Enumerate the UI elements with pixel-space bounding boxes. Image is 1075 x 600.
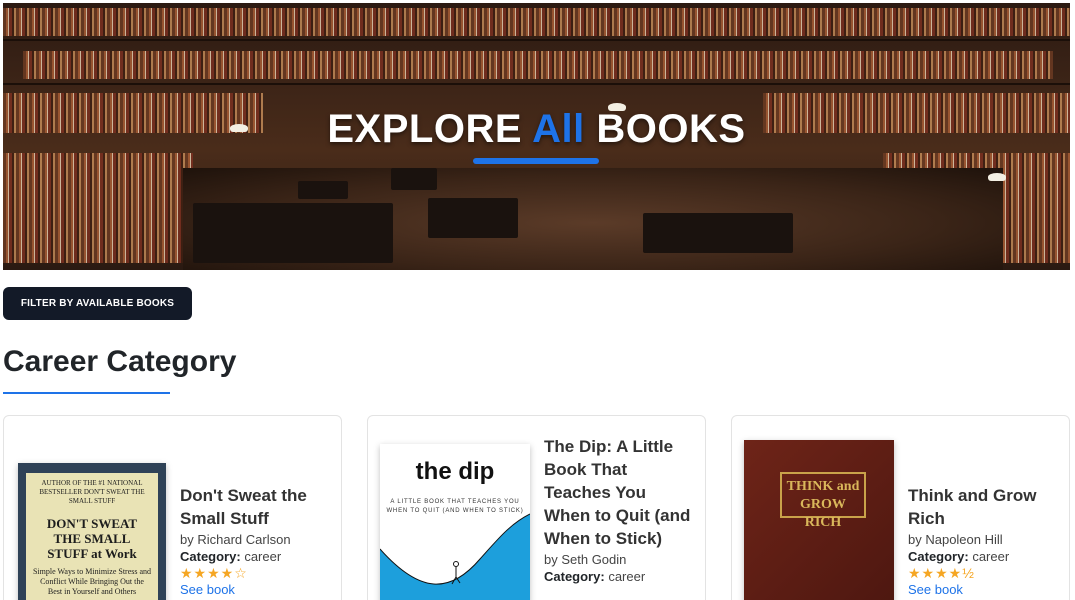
book-author: by Richard Carlson [180, 532, 291, 547]
cover-top-text: AUTHOR OF THE #1 NATIONAL BESTSELLER DON… [39, 479, 145, 505]
filter-available-books-button[interactable]: FILTER BY AVAILABLE BOOKS [3, 287, 192, 320]
hero-title-underline [473, 158, 599, 164]
book-category: Category: career [908, 549, 1058, 564]
dip-curve-icon [380, 513, 530, 600]
category-value: career [244, 549, 282, 564]
category-label: Category: [908, 549, 969, 564]
book-info: Don't Sweat the Small Stuff by Richard C… [180, 484, 330, 597]
desk-decor [643, 213, 793, 253]
desk-decor [391, 168, 437, 190]
book-card: AUTHOR OF THE #1 NATIONAL BESTSELLER DON… [3, 415, 342, 600]
book-title: Don't Sweat the Small Stuff [180, 486, 307, 528]
book-card: the dip A LITTLE BOOK THAT TEACHES YOU W… [367, 415, 706, 600]
book-title: The Dip: A Little Book That Teaches You … [544, 437, 691, 548]
book-category: Category: career [180, 549, 330, 564]
see-book-link[interactable]: See book [908, 582, 1058, 597]
cover-subtitle-text: Simple Ways to Minimize Stress and Confl… [32, 567, 152, 596]
desk-decor [298, 181, 348, 199]
rating-stars-icon: ★★★★☆ [180, 565, 248, 581]
see-book-link[interactable]: See book [180, 582, 330, 597]
cover-title-text: THINK and GROW RICH [780, 472, 866, 530]
hero-title-part1: EXPLORE [327, 107, 523, 151]
book-info: Think and Grow Rich by Napoleon Hill Cat… [908, 484, 1058, 597]
cover-title-text: DON'T SWEAT THE SMALL STUFF at Work [46, 516, 138, 561]
book-author: by Napoleon Hill [908, 532, 1003, 547]
book-category: Category: career [544, 569, 694, 584]
bookshelf-decor [23, 51, 1053, 79]
book-author: by Seth Godin [544, 552, 627, 567]
book-card: THINK and GROW RICH Think and Grow Rich … [731, 415, 1070, 600]
rail-decor [3, 39, 1070, 41]
section-title-underline [3, 392, 170, 394]
bookshelf-decor [3, 8, 1070, 36]
category-value: career [608, 569, 646, 584]
hero-title-accent: All [532, 107, 585, 151]
bookshelf-decor [3, 153, 193, 263]
book-cover[interactable]: AUTHOR OF THE #1 NATIONAL BESTSELLER DON… [18, 463, 166, 600]
stairs-decor [193, 203, 393, 263]
rating-stars-icon: ★★★★½ [908, 565, 975, 581]
category-value: career [972, 549, 1010, 564]
lamp-decor [988, 173, 1006, 181]
category-label: Category: [544, 569, 605, 584]
book-title: Think and Grow Rich [908, 486, 1037, 528]
category-label: Category: [180, 549, 241, 564]
book-cover[interactable]: the dip A LITTLE BOOK THAT TEACHES YOU W… [380, 444, 530, 600]
rail-decor [3, 83, 1070, 85]
desk-decor [428, 198, 518, 238]
section-title: Career Category [3, 345, 237, 378]
book-cover[interactable]: THINK and GROW RICH [744, 440, 894, 600]
hero-title: EXPLORE All BOOKS [3, 107, 1070, 152]
hero-title-part2: BOOKS [596, 107, 746, 151]
hero-banner: EXPLORE All BOOKS [3, 3, 1070, 270]
book-info: The Dip: A Little Book That Teaches You … [544, 435, 694, 584]
